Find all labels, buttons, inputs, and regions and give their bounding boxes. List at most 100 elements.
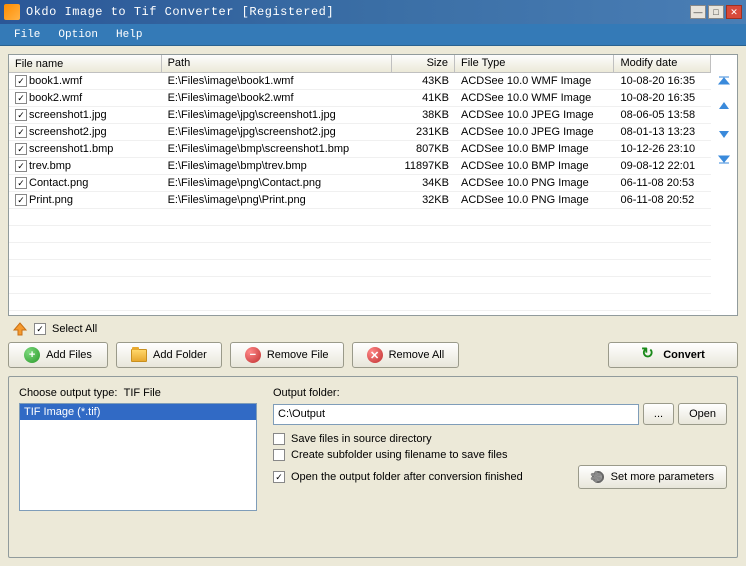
select-all-label: Select All [52,323,97,335]
col-header-type[interactable]: File Type [455,55,614,72]
file-path: E:\Files\image\jpg\screenshot2.jpg [162,125,392,139]
file-name: screenshot1.jpg [29,109,107,121]
file-date: 10-08-20 16:35 [614,91,711,105]
row-checkbox[interactable]: ✓ [15,194,27,206]
file-size: 34KB [392,176,455,190]
minus-icon: − [245,347,261,363]
file-date: 09-08-12 22:01 [614,159,711,173]
row-checkbox[interactable]: ✓ [15,177,27,189]
table-row [9,260,711,277]
output-folder-input[interactable] [273,404,639,425]
file-type: ACDSee 10.0 PNG Image [455,176,614,190]
file-date: 08-06-05 13:58 [614,108,711,122]
file-path: E:\Files\image\png\Print.png [162,193,392,207]
file-size: 41KB [392,91,455,105]
col-header-path[interactable]: Path [162,55,392,72]
move-down-button[interactable] [716,125,732,141]
convert-button[interactable]: Convert [608,342,738,368]
output-type-list[interactable]: TIF Image (*.tif) [19,403,257,511]
plus-icon: + [24,347,40,363]
output-type-label: Choose output type: [19,387,117,399]
move-up-button[interactable] [716,99,732,115]
table-row [9,294,711,311]
menu-option[interactable]: Option [50,27,106,43]
table-row[interactable]: ✓trev.bmpE:\Files\image\bmp\trev.bmp1189… [9,158,711,175]
file-size: 38KB [392,108,455,122]
create-sub-checkbox[interactable] [273,449,285,461]
file-type: ACDSee 10.0 PNG Image [455,193,614,207]
save-source-label: Save files in source directory [291,433,432,445]
table-row[interactable]: ✓Print.pngE:\Files\image\png\Print.png32… [9,192,711,209]
create-sub-label: Create subfolder using filename to save … [291,449,507,461]
convert-icon [641,347,657,363]
file-type: ACDSee 10.0 JPEG Image [455,125,614,139]
table-row[interactable]: ✓screenshot1.bmp E:\Files\image\bmp\scree… [9,141,711,158]
file-list-panel: File name Path Size File Type Modify dat… [8,54,738,316]
select-all-checkbox[interactable]: ✓ [34,323,46,335]
list-header: File name Path Size File Type Modify dat… [9,55,711,73]
file-type: ACDSee 10.0 WMF Image [455,74,614,88]
app-icon [4,4,20,20]
x-icon: ✕ [367,347,383,363]
row-checkbox[interactable]: ✓ [15,143,27,155]
file-type: ACDSee 10.0 BMP Image [455,159,614,173]
add-files-button[interactable]: +Add Files [8,342,108,368]
row-checkbox[interactable]: ✓ [15,126,27,138]
file-date: 10-08-20 16:35 [614,74,711,88]
file-name: Print.png [29,194,73,206]
save-source-checkbox[interactable] [273,433,285,445]
file-name: trev.bmp [29,160,71,172]
menu-file[interactable]: File [6,27,48,43]
set-more-parameters-button[interactable]: Set more parameters [578,465,727,489]
row-checkbox[interactable]: ✓ [15,160,27,172]
output-folder-label: Output folder: [273,387,727,399]
move-bottom-button[interactable] [716,151,732,167]
file-size: 807KB [392,142,455,156]
output-type-option[interactable]: TIF Image (*.tif) [20,404,256,420]
up-folder-icon[interactable] [12,322,28,336]
maximize-button[interactable]: □ [708,5,724,19]
open-folder-button[interactable]: Open [678,403,727,425]
file-name: screenshot1.bmp [29,143,113,155]
move-top-button[interactable] [716,73,732,89]
file-name: book1.wmf [29,75,82,87]
file-date: 06-11-08 20:53 [614,176,711,190]
titlebar: Okdo Image to Tif Converter [Registered]… [0,0,746,24]
table-row[interactable]: ✓book2.wmfE:\Files\image\book2.wmf41KBAC… [9,90,711,107]
file-path: E:\Files\image\bmp\screenshot1.bmp [162,142,392,156]
file-name: book2.wmf [29,92,82,104]
open-after-label: Open the output folder after conversion … [291,471,523,483]
output-type-value: TIF File [124,387,161,399]
col-header-name[interactable]: File name [9,55,162,72]
open-after-checkbox[interactable]: ✓ [273,471,285,483]
remove-all-button[interactable]: ✕Remove All [352,342,460,368]
col-header-size[interactable]: Size [392,55,455,72]
table-row[interactable]: ✓screenshot1.jpg E:\Files\image\jpg\scree… [9,107,711,124]
row-checkbox[interactable]: ✓ [15,92,27,104]
file-name: Contact.png [29,177,88,189]
row-checkbox[interactable]: ✓ [15,75,27,87]
table-row[interactable]: ✓Contact.png E:\Files\image\png\Contact.p… [9,175,711,192]
file-path: E:\Files\image\book2.wmf [162,91,392,105]
file-type: ACDSee 10.0 BMP Image [455,142,614,156]
file-path: E:\Files\image\jpg\screenshot1.jpg [162,108,392,122]
file-name: screenshot2.jpg [29,126,107,138]
browse-button[interactable]: ... [643,403,674,425]
file-date: 10-12-26 23:10 [614,142,711,156]
file-path: E:\Files\image\book1.wmf [162,74,392,88]
minimize-button[interactable]: — [690,5,706,19]
folder-icon [131,349,147,362]
add-folder-button[interactable]: Add Folder [116,342,222,368]
close-button[interactable]: ✕ [726,5,742,19]
file-path: E:\Files\image\png\Contact.png [162,176,392,190]
menu-help[interactable]: Help [108,27,150,43]
table-row[interactable]: ✓screenshot2.jpg E:\Files\image\jpg\scree… [9,124,711,141]
window-title: Okdo Image to Tif Converter [Registered] [26,5,690,19]
table-row [9,226,711,243]
row-checkbox[interactable]: ✓ [15,109,27,121]
gear-icon [591,470,605,484]
col-header-date[interactable]: Modify date [614,55,711,72]
table-row[interactable]: ✓book1.wmfE:\Files\image\book1.wmf43KBAC… [9,73,711,90]
remove-file-button[interactable]: −Remove File [230,342,344,368]
file-size: 231KB [392,125,455,139]
